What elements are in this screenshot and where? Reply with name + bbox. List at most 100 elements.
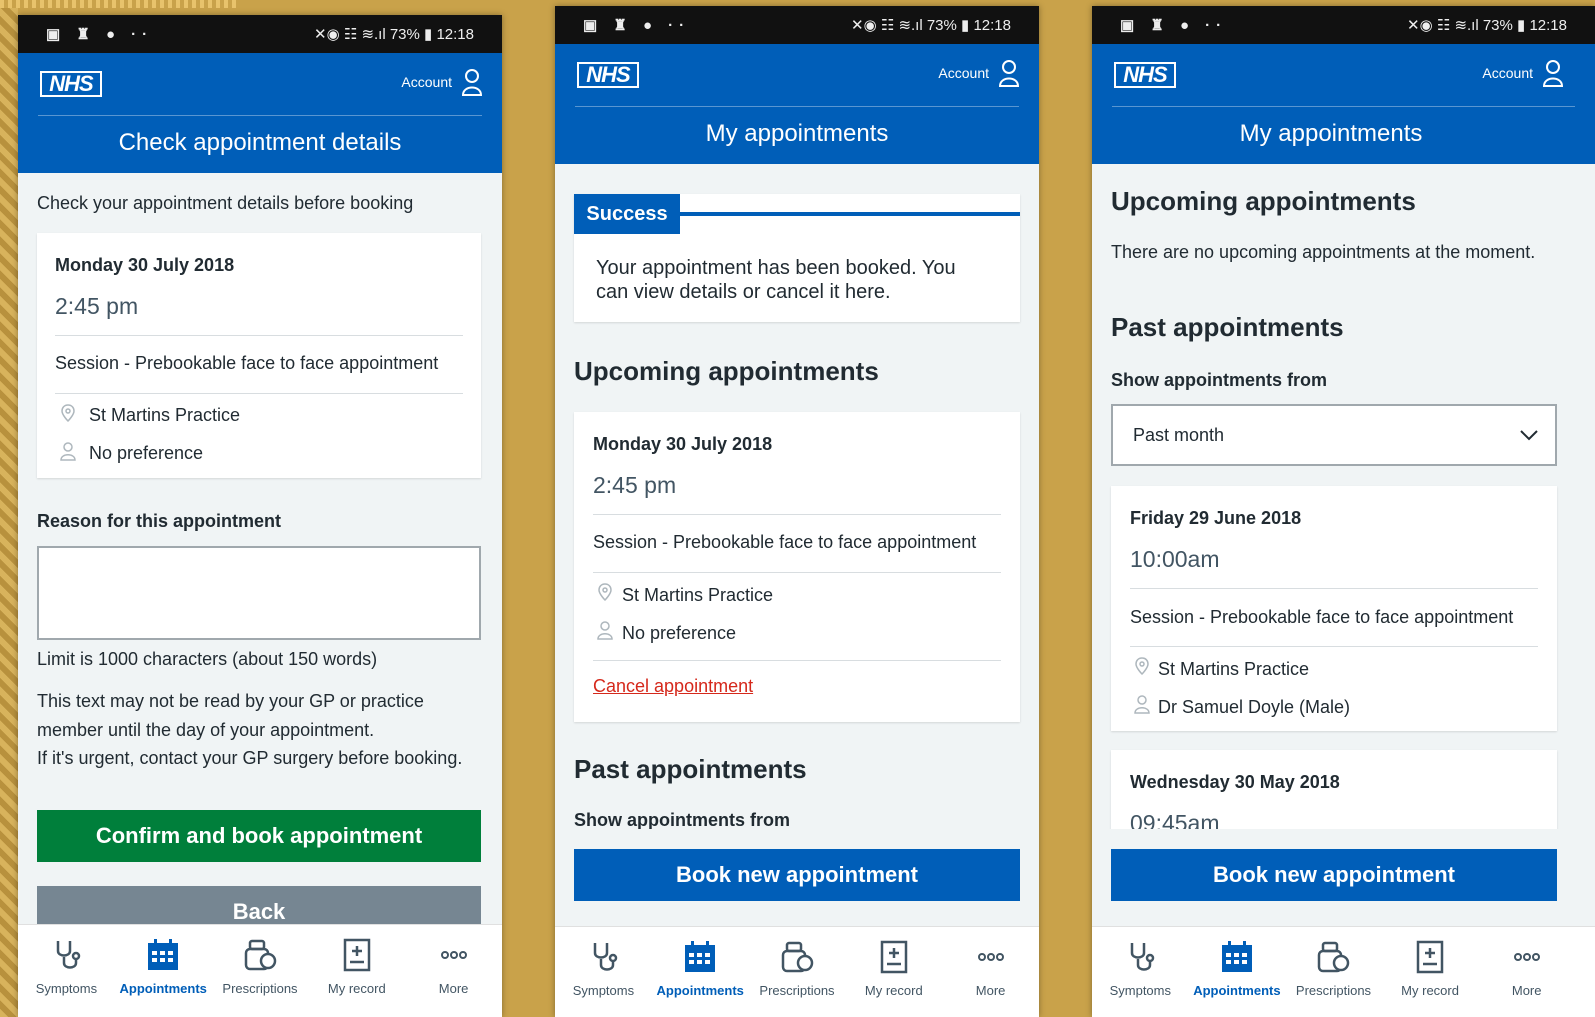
nhs-header: NHS Account My appointments (555, 44, 1039, 164)
record-icon (343, 938, 371, 972)
tab-symptoms[interactable]: Symptoms (1092, 927, 1189, 1017)
appointment-session: Session - Prebookable face to face appoi… (1130, 607, 1514, 627)
tab-label: Appointments (1193, 983, 1281, 998)
tab-label: Appointments (656, 983, 744, 998)
tab-prescriptions[interactable]: Prescriptions (1285, 927, 1382, 1017)
appointment-location: St Martins Practice (89, 405, 241, 425)
calendar-icon (1221, 941, 1252, 972)
status-right: ✕◉ ☷ ≋.ıl 73% ▮ 12:18 (1407, 17, 1567, 34)
location-pin-icon (598, 583, 612, 602)
success-rule (680, 212, 1020, 216)
nhs-logo[interactable]: NHS (40, 71, 102, 97)
more-icon (1513, 953, 1540, 961)
status-bar: ▣ ♜ ● ·· ✕◉ ☷ ≋.ıl 73% ▮ 12:18 (1092, 6, 1595, 44)
pills-icon (244, 939, 277, 971)
tab-label: Prescriptions (1295, 983, 1372, 998)
appointment-card: Monday 30 July 2018 2:45 pm Session - Pr… (574, 412, 1020, 722)
header-divider (38, 115, 482, 116)
location-pin-icon (61, 404, 75, 423)
status-right: ✕◉ ☷ ≋.ıl 73% ▮ 12:18 (851, 17, 1011, 34)
stethoscope-icon (1131, 943, 1155, 971)
tab-label: My record (327, 981, 386, 996)
filter-selected-value: Past month (1133, 424, 1225, 445)
page-title: My appointments (705, 120, 889, 147)
cancel-appointment-link[interactable]: Cancel appointment (593, 676, 753, 697)
appointments-filter-select[interactable]: Past month (1111, 404, 1557, 466)
tab-my-record[interactable]: My record (845, 927, 942, 1017)
account-link[interactable]: Account (1482, 58, 1565, 88)
phone-screen-booked: ▣ ♜ ● ·· ✕◉ ☷ ≋.ıl 73% ▮ 12:18 NHS Accou… (555, 6, 1039, 1017)
tab-appointments[interactable]: Appointments (1189, 927, 1286, 1017)
tab-appointments[interactable]: Appointments (115, 925, 212, 1017)
tab-symptoms[interactable]: Symptoms (555, 927, 652, 1017)
chevron-down-icon (1520, 430, 1538, 441)
stethoscope-icon (57, 941, 81, 969)
divider (1130, 588, 1538, 589)
tab-label: Symptoms (1109, 983, 1171, 998)
status-left-icons: ▣ ♜ ● ·· (46, 26, 154, 43)
page-title: My appointments (1239, 120, 1423, 147)
notice-text-2: member until the day of your appointment… (37, 720, 375, 740)
tab-prescriptions[interactable]: Prescriptions (749, 927, 846, 1017)
book-new-appointment-button[interactable]: Book new appointment (574, 849, 1020, 901)
bottom-tab-bar: Symptoms Appointments Prescriptions My r… (1092, 926, 1595, 1017)
tab-label: Appointments (119, 981, 207, 996)
user-icon (1542, 60, 1564, 87)
pills-icon (1318, 941, 1350, 973)
appointment-card: Monday 30 July 2018 2:45 pm Session - Pr… (37, 233, 481, 478)
divider (1130, 646, 1538, 647)
divider (593, 514, 1001, 515)
nhs-logo[interactable]: NHS (1114, 62, 1176, 88)
status-bar: ▣ ♜ ● ·· ✕◉ ☷ ≋.ıl 73% ▮ 12:18 (18, 15, 502, 53)
nhs-header: NHS Account My appointments (1092, 44, 1595, 164)
tab-symptoms[interactable]: Symptoms (18, 925, 115, 1017)
page-title: Check appointment details (118, 129, 402, 156)
tab-label: Symptoms (572, 983, 635, 998)
account-label: Account (401, 74, 452, 90)
tab-prescriptions[interactable]: Prescriptions (212, 925, 309, 1017)
tab-label: More (438, 981, 469, 996)
user-icon (998, 60, 1020, 87)
appointment-time: 10:00am (1130, 546, 1220, 572)
divider (593, 660, 1001, 661)
nhs-logo[interactable]: NHS (577, 62, 639, 88)
phone-screen-past: ▣ ♜ ● ·· ✕◉ ☷ ≋.ıl 73% ▮ 12:18 NHS Accou… (1092, 6, 1595, 1017)
tab-label: My record (1401, 983, 1459, 998)
tab-my-record[interactable]: My record (308, 925, 405, 1017)
past-heading: Past appointments (574, 754, 807, 784)
header-divider (575, 106, 1019, 107)
tab-label: Prescriptions (759, 983, 835, 998)
status-bar: ▣ ♜ ● ·· ✕◉ ☷ ≋.ıl 73% ▮ 12:18 (555, 6, 1039, 44)
sticky-footer: Book new appointment (555, 829, 1039, 927)
tab-more[interactable]: More (942, 927, 1039, 1017)
tab-more[interactable]: More (1478, 927, 1575, 1017)
reason-label: Reason for this appointment (37, 511, 282, 531)
appointment-date: Friday 29 June 2018 (1130, 508, 1302, 528)
background-pattern (0, 0, 18, 1017)
tab-label: My record (864, 983, 923, 998)
success-message-2: can view details or cancel it here. (596, 281, 891, 303)
reason-textarea[interactable] (37, 546, 481, 640)
character-limit-text: Limit is 1000 characters (about 150 word… (37, 649, 378, 669)
appointment-clinician: Dr Samuel Doyle (Male) (1158, 697, 1351, 717)
tab-appointments[interactable]: Appointments (652, 927, 749, 1017)
divider (593, 572, 1001, 573)
past-appointment-card: Friday 29 June 2018 10:00am Session - Pr… (1111, 486, 1557, 731)
upcoming-heading: Upcoming appointments (1111, 186, 1416, 216)
appointment-time: 2:45 pm (593, 472, 677, 498)
tab-label: Prescriptions (222, 981, 298, 996)
account-link[interactable]: Account (938, 58, 1021, 88)
confirm-book-button[interactable]: Confirm and book appointment (37, 810, 481, 862)
notice-text-1: This text may not be read by your GP or … (37, 691, 424, 711)
appointment-location: St Martins Practice (622, 585, 774, 605)
account-link[interactable]: Account (401, 67, 484, 97)
more-icon (440, 951, 467, 959)
tab-more[interactable]: More (405, 925, 502, 1017)
appointment-clinician: No preference (89, 443, 204, 463)
appointment-session: Session - Prebookable face to face appoi… (55, 353, 439, 373)
book-new-appointment-button[interactable]: Book new appointment (1111, 849, 1557, 901)
tab-my-record[interactable]: My record (1382, 927, 1479, 1017)
account-label: Account (938, 65, 989, 81)
show-from-label: Show appointments from (574, 810, 790, 830)
bottom-tab-bar: Symptoms Appointments Prescriptions My r… (18, 924, 502, 1017)
